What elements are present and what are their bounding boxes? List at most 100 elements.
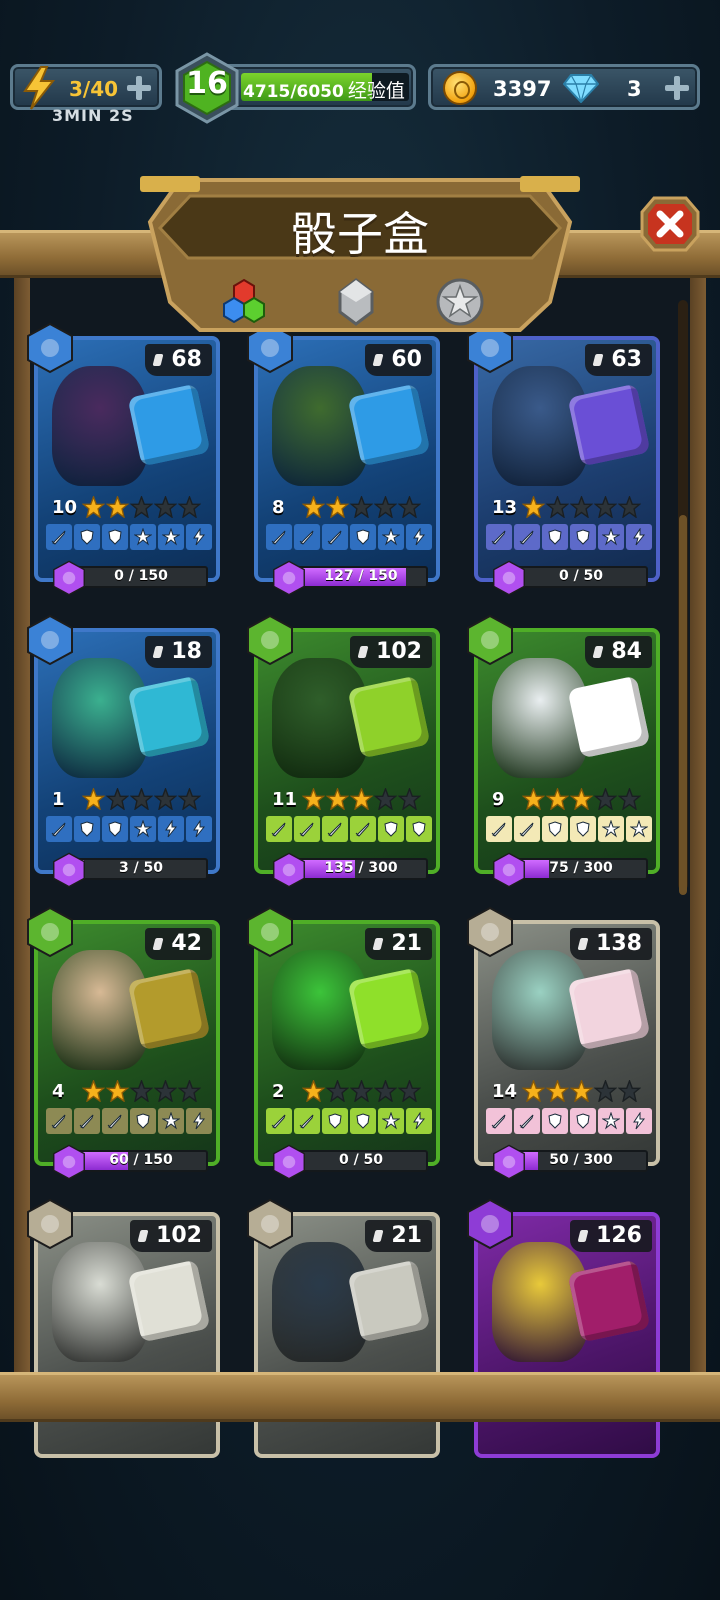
dice-face-shield-icon bbox=[570, 524, 596, 550]
progress-text: 0 / 150 bbox=[114, 568, 168, 584]
dice-face-sword-icon bbox=[266, 524, 292, 550]
dice-face-bolt-icon bbox=[186, 524, 212, 550]
level-stars-row: 1 bbox=[52, 788, 202, 810]
gray-gem-tab-icon[interactable] bbox=[330, 276, 382, 328]
dice-face-shield-icon bbox=[350, 524, 376, 550]
dice-illustration bbox=[127, 383, 210, 467]
dice-level: 4 bbox=[52, 1080, 65, 1102]
dice-face-star-icon bbox=[130, 524, 156, 550]
star-filled-icon bbox=[522, 1080, 545, 1102]
progress-text: 127 / 150 bbox=[324, 568, 398, 584]
star-filled-icon bbox=[302, 496, 325, 518]
page-title: 骰子盒 bbox=[291, 207, 429, 261]
star-empty-icon bbox=[398, 788, 421, 810]
star-rating bbox=[82, 1080, 202, 1102]
dice-count-badge: 102 bbox=[350, 636, 432, 668]
dice-face-star-icon bbox=[598, 816, 624, 842]
upgrade-progress: 50 / 300 bbox=[492, 1144, 660, 1180]
progress-text: 50 / 300 bbox=[549, 1152, 613, 1168]
star-empty-icon bbox=[374, 788, 397, 810]
dice-count-badge: 63 bbox=[585, 344, 652, 376]
progress-text: 3 / 50 bbox=[118, 860, 164, 876]
dice-card[interactable]: 21 2 0 / 50 bbox=[247, 906, 440, 1180]
nature-element-icon bbox=[247, 906, 293, 958]
upgrade-progress: 60 / 150 bbox=[52, 1144, 220, 1180]
star-empty-icon bbox=[618, 1080, 641, 1102]
dice-card[interactable]: 63 13 0 / 50 bbox=[467, 322, 660, 596]
dice-face-bolt-icon bbox=[406, 524, 432, 550]
star-filled-icon bbox=[106, 496, 129, 518]
water-element-icon bbox=[27, 322, 73, 374]
dice-illustration bbox=[347, 675, 430, 759]
dice-faces-row bbox=[486, 816, 654, 842]
upgrade-progress: 3 / 50 bbox=[52, 852, 220, 888]
star-empty-icon bbox=[350, 496, 373, 518]
dice-faces-row bbox=[46, 816, 214, 842]
level-stars-row: 8 bbox=[272, 496, 422, 518]
dice-face-sword-icon bbox=[266, 1108, 292, 1134]
dice-face-shield-icon bbox=[74, 816, 100, 842]
star-empty-icon bbox=[398, 496, 421, 518]
upgrade-progress: 127 / 150 bbox=[272, 560, 440, 596]
dice-face-shield-icon bbox=[102, 524, 128, 550]
earth-element-icon bbox=[247, 1198, 293, 1250]
dice-face-sword-icon bbox=[46, 524, 72, 550]
star-empty-icon bbox=[374, 496, 397, 518]
star-tab-icon[interactable] bbox=[434, 276, 486, 328]
star-empty-icon bbox=[154, 788, 177, 810]
scroll-thumb[interactable] bbox=[679, 515, 687, 895]
dice-illustration bbox=[347, 967, 430, 1051]
star-empty-icon bbox=[154, 496, 177, 518]
dice-tab-icon[interactable] bbox=[218, 276, 270, 328]
star-filled-icon bbox=[302, 788, 325, 810]
progress-text: 0 / 50 bbox=[338, 1152, 384, 1168]
progress-text: 75 / 300 bbox=[549, 860, 613, 876]
dice-card[interactable]: 102 11 135 / 300 bbox=[247, 614, 440, 888]
dice-face-bolt-icon bbox=[186, 1108, 212, 1134]
dice-faces-row bbox=[46, 1108, 214, 1134]
dice-count-badge: 42 bbox=[145, 928, 212, 960]
dice-card[interactable]: 138 14 50 / 300 bbox=[467, 906, 660, 1180]
dice-card[interactable]: 42 4 60 / 150 bbox=[27, 906, 220, 1180]
dice-card[interactable]: 84 9 75 / 300 bbox=[467, 614, 660, 888]
dice-face-shield-icon bbox=[542, 1108, 568, 1134]
dice-face-sword-icon bbox=[486, 524, 512, 550]
dice-face-sword-icon bbox=[46, 1108, 72, 1134]
progress-text: 60 / 150 bbox=[109, 1152, 173, 1168]
dice-face-sword-icon bbox=[294, 816, 320, 842]
star-filled-icon bbox=[546, 788, 569, 810]
dice-face-shield-icon bbox=[74, 524, 100, 550]
star-empty-icon bbox=[594, 1080, 617, 1102]
star-empty-icon bbox=[130, 496, 153, 518]
star-empty-icon bbox=[178, 496, 201, 518]
dice-face-sword-icon bbox=[514, 816, 540, 842]
level-stars-row: 13 bbox=[492, 496, 642, 518]
star-empty-icon bbox=[546, 496, 569, 518]
progress-text: 135 / 300 bbox=[324, 860, 398, 876]
dice-face-star-icon bbox=[378, 524, 404, 550]
star-empty-icon bbox=[594, 788, 617, 810]
dice-face-sword-icon bbox=[322, 816, 348, 842]
dice-level: 9 bbox=[492, 788, 505, 810]
dice-level: 11 bbox=[272, 788, 298, 810]
dice-face-bolt-icon bbox=[626, 1108, 652, 1134]
level-stars-row: 11 bbox=[272, 788, 422, 810]
dice-card[interactable]: 18 1 3 / 50 bbox=[27, 614, 220, 888]
star-empty-icon bbox=[570, 496, 593, 518]
star-rating bbox=[522, 496, 642, 518]
dice-faces-row bbox=[266, 1108, 434, 1134]
void-element-icon bbox=[467, 1198, 513, 1250]
dice-face-star-icon bbox=[158, 524, 184, 550]
scrollbar[interactable] bbox=[678, 300, 688, 895]
dice-card[interactable]: 68 10 0 / 150 bbox=[27, 322, 220, 596]
dice-count-badge: 126 bbox=[570, 1220, 652, 1252]
level-stars-row: 2 bbox=[272, 1080, 422, 1102]
dice-face-sword-icon bbox=[350, 816, 376, 842]
dice-face-sword-icon bbox=[46, 816, 72, 842]
dice-card[interactable]: 60 8 127 / 150 bbox=[247, 322, 440, 596]
star-empty-icon bbox=[594, 496, 617, 518]
dice-face-sword-icon bbox=[486, 816, 512, 842]
star-empty-icon bbox=[326, 1080, 349, 1102]
dice-level: 13 bbox=[492, 496, 518, 518]
close-button[interactable] bbox=[640, 196, 700, 252]
